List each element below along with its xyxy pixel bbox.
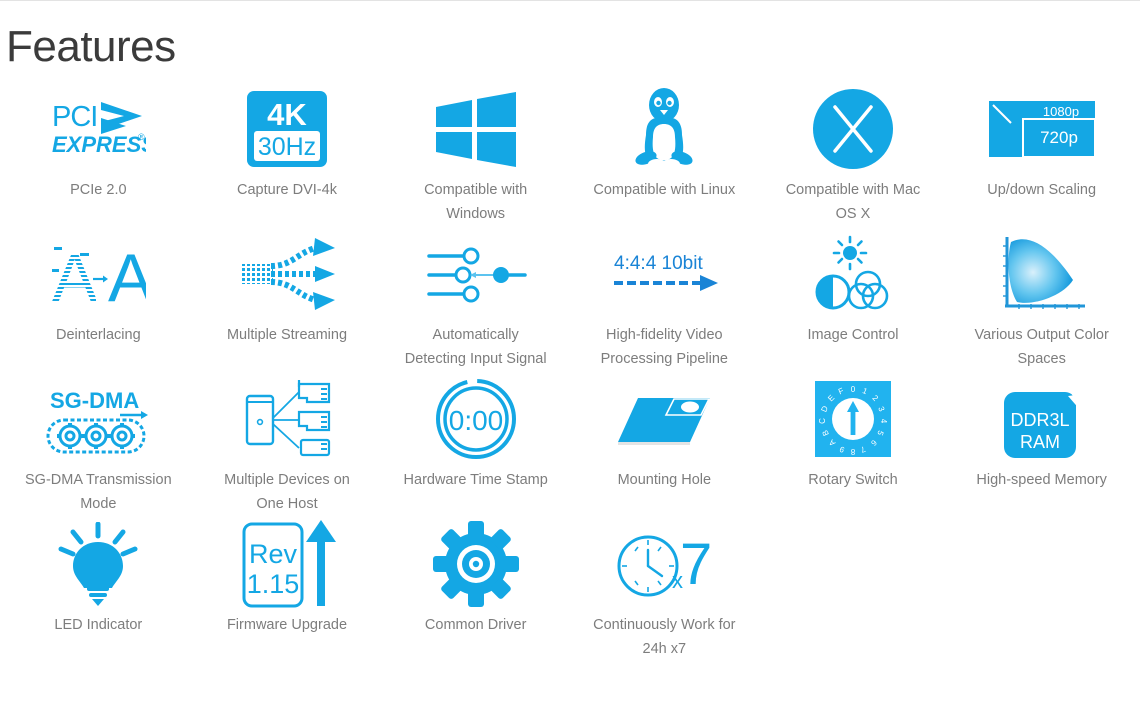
- rotary-switch-icon: 0 1 2 3 4 5 6 7 8 9 A B C D E F: [759, 375, 948, 463]
- pipeline-format-label: 4:4:4 10bit: [614, 253, 703, 274]
- feature-item-video-pipeline[interactable]: 4:4:4 10bit High-fidelity Video Processi…: [570, 230, 759, 375]
- firmware-version: 1.15: [247, 569, 300, 599]
- page-title: Features: [6, 22, 176, 71]
- feature-label: SG-DMA Transmission Mode: [25, 472, 172, 512]
- firmware-upgrade-icon: Rev 1.15: [193, 520, 382, 608]
- svg-text:®: ®: [138, 132, 145, 142]
- feature-label: Common Driver: [424, 617, 527, 634]
- up-down-scaling-icon: 1080p 720p: [947, 85, 1136, 173]
- feature-item-compatible-windows[interactable]: Compatible with Windows: [381, 85, 570, 230]
- svg-text:C: C: [818, 418, 827, 424]
- badge-line-1: 4K: [267, 97, 307, 132]
- feature-label: Multiple Devices on One Host: [224, 472, 350, 512]
- feature-label: High-fidelity Video Processing Pipeline: [600, 327, 728, 367]
- windows-logo-icon: [381, 85, 570, 173]
- mounting-hole-icon: [570, 375, 759, 463]
- feature-item-auto-detect-signal[interactable]: Automatically Detecting Input Signal: [381, 230, 570, 375]
- feature-item-capture-dvi-4k[interactable]: 4K 30Hz Capture DVI-4k: [193, 85, 382, 230]
- feature-label: Image Control: [807, 327, 899, 344]
- feature-item-rotary-switch[interactable]: 0 1 2 3 4 5 6 7 8 9 A B C D E F Rotary S…: [759, 375, 948, 520]
- top-divider: [0, 0, 1140, 1]
- feature-item-mounting-hole[interactable]: Mounting Hole: [570, 375, 759, 520]
- signal-sliders-icon: [381, 230, 570, 318]
- ram-type-label: DDR3L: [1010, 410, 1069, 430]
- feature-item-multi-device-host[interactable]: Multiple Devices on One Host: [193, 375, 382, 520]
- light-bulb-icon: [4, 520, 193, 608]
- feature-label: High-speed Memory: [976, 472, 1107, 489]
- feature-label: LED Indicator: [54, 617, 143, 634]
- deinterlaced-letter: A: [108, 240, 146, 309]
- chromaticity-diagram-icon: [947, 230, 1136, 318]
- svg-text:PCI: PCI: [52, 101, 97, 133]
- feature-item-high-speed-memory[interactable]: DDR3L RAM High-speed Memory: [947, 375, 1136, 520]
- sg-dma-gears-icon: SG-DMA: [4, 375, 193, 463]
- deinterlacing-icon: A A: [4, 230, 193, 318]
- image-control-icon: [759, 230, 948, 318]
- feature-item-output-color-spaces[interactable]: Various Output Color Spaces: [947, 230, 1136, 375]
- scaling-label-720p: 720p: [1040, 128, 1078, 147]
- feature-item-pcie-2-0[interactable]: PCI EXPRESS ® PCIe 2.0: [4, 85, 193, 230]
- feature-label: PCIe 2.0: [70, 182, 127, 199]
- feature-item-led-indicator[interactable]: LED Indicator: [4, 520, 193, 665]
- feature-grid: PCI EXPRESS ® PCIe 2.0 4K 30Hz Capture D…: [0, 85, 1140, 665]
- feature-label: Deinterlacing: [56, 327, 141, 344]
- ram-label: RAM: [1020, 432, 1060, 452]
- feature-label: Firmware Upgrade: [226, 617, 348, 634]
- svg-text:4: 4: [879, 419, 888, 424]
- feature-label: Rotary Switch: [808, 472, 898, 489]
- 4k-30hz-badge-icon: 4K 30Hz: [193, 85, 382, 173]
- feature-item-continuous-work[interactable]: x 7 Continuously Work for 24h x7: [570, 520, 759, 665]
- feature-item-up-down-scaling[interactable]: 1080p 720p Up/down Scaling: [947, 85, 1136, 230]
- feature-item-compatible-macosx[interactable]: Compatible with Mac OS X: [759, 85, 948, 230]
- mac-os-x-circle-icon: [759, 85, 948, 173]
- svg-text:0: 0: [851, 385, 856, 394]
- feature-label: Capture DVI-4k: [237, 182, 337, 199]
- feature-label: Mounting Hole: [617, 472, 712, 489]
- scaling-label-1080p: 1080p: [1043, 104, 1079, 119]
- pci-express-logo-icon: PCI EXPRESS ®: [4, 85, 193, 173]
- feature-item-firmware-upgrade[interactable]: Rev 1.15 Firmware Upgrade: [193, 520, 382, 665]
- feature-item-image-control[interactable]: Image Control: [759, 230, 948, 375]
- feature-label: Continuously Work for 24h x7: [593, 617, 736, 657]
- feature-item-sg-dma-mode[interactable]: SG-DMA SG-DMA Transmission Mode: [4, 375, 193, 520]
- feature-label: Automatically Detecting Input Signal: [404, 327, 547, 367]
- clock-x7-icon: x 7: [570, 520, 759, 608]
- sg-dma-label: SG-DMA: [50, 388, 139, 413]
- firmware-rev-label: Rev: [249, 539, 298, 569]
- multi-device-host-icon: [193, 375, 382, 463]
- timer-icon: 0:00: [381, 375, 570, 463]
- feature-label: Compatible with Mac OS X: [785, 182, 921, 222]
- ddr3l-ram-icon: DDR3L RAM: [947, 375, 1136, 463]
- timer-value: 0:00: [448, 405, 503, 436]
- feature-item-hardware-time-stamp[interactable]: 0:00 Hardware Time Stamp: [381, 375, 570, 520]
- feature-label: Hardware Time Stamp: [403, 472, 548, 489]
- feature-item-compatible-linux[interactable]: Compatible with Linux: [570, 85, 759, 230]
- feature-label: Compatible with Windows: [424, 182, 528, 222]
- gear-icon: [381, 520, 570, 608]
- linux-penguin-icon: [570, 85, 759, 173]
- feature-label: Compatible with Linux: [593, 182, 736, 199]
- feature-item-deinterlacing[interactable]: A A Deinterlacing: [4, 230, 193, 375]
- multiplier-7: 7: [680, 532, 712, 597]
- feature-item-common-driver[interactable]: Common Driver: [381, 520, 570, 665]
- feature-item-multiple-streaming[interactable]: Multiple Streaming: [193, 230, 382, 375]
- svg-text:EXPRESS: EXPRESS: [52, 132, 146, 157]
- svg-text:8: 8: [850, 447, 855, 456]
- feature-label: Various Output Color Spaces: [974, 327, 1109, 367]
- feature-label: Multiple Streaming: [226, 327, 348, 344]
- feature-label: Up/down Scaling: [987, 182, 1097, 199]
- badge-line-2: 30Hz: [258, 133, 316, 161]
- color-depth-arrow-icon: 4:4:4 10bit: [570, 230, 759, 318]
- multiple-streaming-icon: [193, 230, 382, 318]
